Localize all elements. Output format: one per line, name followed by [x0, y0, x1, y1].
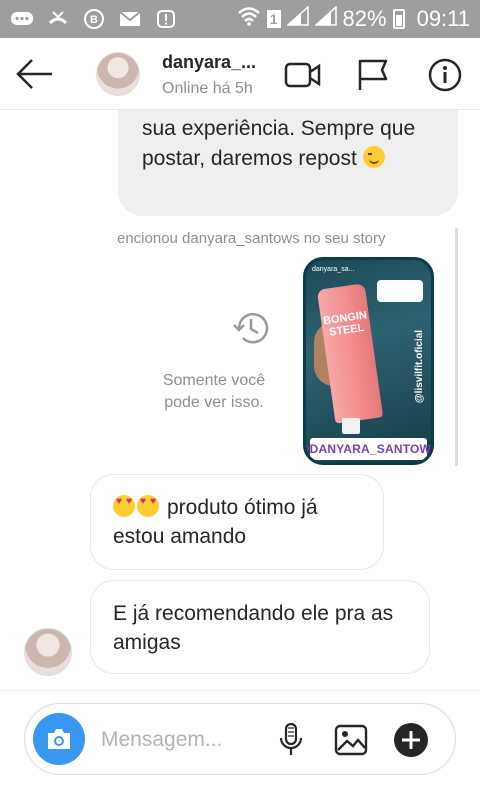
b-notification-icon: B — [82, 9, 106, 29]
sim-badge: 1 — [266, 10, 281, 28]
battery-percent: 82% — [342, 6, 387, 31]
scrollbar[interactable] — [455, 228, 458, 466]
flag-icon[interactable] — [356, 58, 392, 92]
message-input[interactable]: Mensagem... — [101, 728, 222, 752]
heart-eyes-emoji-icon — [113, 495, 135, 517]
story-mention-notice: encionou danyara_santows no seu story — [117, 230, 386, 247]
info-icon[interactable] — [428, 58, 464, 92]
microphone-icon[interactable] — [271, 720, 311, 760]
chat-username[interactable]: danyara_... — [162, 52, 256, 73]
online-status: Online há 5h — [162, 80, 253, 97]
signal-2-icon — [313, 5, 337, 32]
story-product-label: BONGIN STEEL — [322, 309, 368, 339]
back-arrow-icon[interactable] — [16, 56, 56, 92]
camera-button[interactable] — [33, 713, 85, 765]
winking-emoji-icon — [362, 146, 385, 168]
story-user: danyara_sa... — [312, 266, 355, 273]
alert-icon — [154, 9, 178, 29]
clock: 09:11 — [416, 6, 470, 31]
story-product-cap — [342, 418, 360, 434]
sender-avatar[interactable] — [24, 628, 72, 676]
story-product-image: BONGIN STEEL — [316, 283, 384, 424]
chat-notification-icon — [10, 9, 34, 29]
story-handle: @lisvilfit.oficial — [414, 330, 425, 404]
status-bar: B 1 82% 09:11 — [0, 0, 480, 38]
incoming-message[interactable]: E já recomendando ele pra as amigas — [90, 580, 430, 674]
add-icon[interactable] — [391, 720, 431, 760]
history-icon — [231, 308, 271, 348]
camera-icon — [48, 729, 70, 749]
gallery-icon[interactable] — [331, 720, 371, 760]
incoming-message-text: E já recomendando ele pra as amigas — [113, 602, 394, 654]
divider — [0, 690, 480, 691]
video-call-icon[interactable] — [284, 58, 321, 92]
story-preview[interactable]: danyara_sa... BONGIN STEEL @lisvilfit.of… — [303, 257, 434, 465]
wifi-icon — [237, 6, 261, 32]
story-mention-tag: @DANYARA_SANTOWS — [306, 438, 431, 460]
battery-icon — [392, 9, 405, 29]
only-you-can-see: Somente você pode ver isso. — [162, 372, 266, 411]
heart-eyes-emoji-icon — [137, 495, 159, 517]
mail-icon — [118, 9, 142, 29]
message-composer: Mensagem... — [24, 703, 456, 775]
svg-text:B: B — [90, 14, 98, 26]
incoming-message[interactable]: produto ótimo já estou amando — [90, 474, 384, 570]
missed-call-icon — [46, 9, 70, 29]
chat-header: danyara_... Online há 5h — [0, 38, 480, 110]
story-sticker — [377, 280, 423, 302]
avatar[interactable] — [96, 52, 140, 96]
signal-icon — [285, 5, 309, 32]
